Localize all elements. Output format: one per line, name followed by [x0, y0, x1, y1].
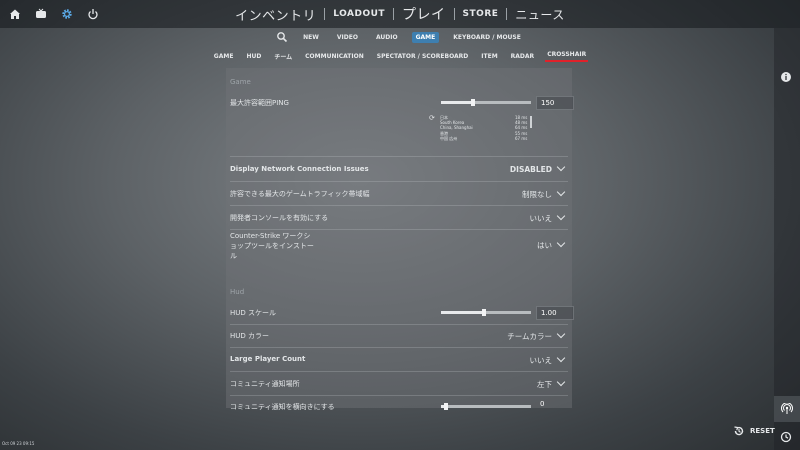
setting-label: 許容できる最大のゲームトラフィック帯域幅 — [230, 190, 370, 198]
hud-scale-value-input[interactable]: 1.00 — [536, 306, 574, 320]
setting-label: Counter-Strike ワークシ ョップツールをインストー ル — [230, 231, 314, 261]
ping-ms-list: 18 ms 48 ms 64 ms 55 ms 67 ms — [515, 115, 527, 141]
setting-label: Display Network Connection Issues — [230, 165, 369, 173]
chevron-down-icon — [556, 329, 566, 339]
refresh-icon[interactable]: ⟳ — [429, 114, 435, 122]
nav-news[interactable]: ニュース — [507, 6, 572, 23]
ping-ms: 64 ms — [515, 125, 528, 131]
nav-inventory[interactable]: インベントリ — [227, 5, 324, 24]
divider — [230, 347, 568, 348]
signal-icon — [780, 402, 794, 416]
dropdown-value[interactable]: DISABLED — [510, 162, 566, 174]
dropdown-value[interactable]: 制限なし — [522, 187, 566, 200]
divider — [230, 324, 568, 325]
nav-loadout[interactable]: LOADOUT — [325, 9, 393, 19]
game-subtabs: GAME HUD チーム COMMUNICATION SPECTATOR / S… — [0, 50, 800, 62]
reset-icon — [732, 424, 746, 438]
ping-value-input[interactable]: 150 — [536, 96, 574, 110]
nav-play[interactable]: プレイ — [394, 4, 454, 24]
setting-row-notify-position[interactable]: コミュニティ通知場所 左下 — [230, 377, 568, 391]
chevron-down-icon — [556, 187, 566, 197]
label-line: ル — [230, 252, 237, 260]
notify-offset-slider[interactable] — [441, 403, 531, 410]
reset-button[interactable]: RESET — [732, 424, 775, 438]
setting-label: HUD スケール — [230, 309, 277, 317]
notify-offset-value[interactable]: 0 — [536, 400, 572, 408]
notify-offset-slider-knob[interactable] — [443, 403, 448, 410]
chevron-down-icon — [556, 238, 566, 248]
right-sidebar — [774, 28, 800, 450]
subtab-hud[interactable]: HUD — [244, 52, 263, 61]
ping-region-list: 日本 South Korea China, Shanghai 香港 中国 広州 — [440, 115, 473, 141]
subtab-crosshair[interactable]: CROSSHAIR — [545, 50, 589, 62]
chevron-down-icon — [556, 377, 566, 387]
ping-region: China, Shanghai — [440, 125, 473, 131]
ping-ms: 67 ms — [515, 135, 528, 141]
setting-row-hud-color[interactable]: HUD カラー チームカラー — [230, 329, 568, 343]
tab-audio[interactable]: AUDIO — [372, 32, 402, 43]
tab-game[interactable]: GAME — [411, 31, 440, 43]
search-icon[interactable] — [275, 30, 289, 44]
subtab-communication[interactable]: COMMUNICATION — [303, 52, 366, 61]
chevron-down-icon — [556, 162, 566, 172]
ping-slider-fill — [441, 101, 474, 104]
hud-scale-slider[interactable] — [441, 309, 531, 316]
history-icon[interactable] — [779, 430, 793, 444]
ping-slider[interactable] — [441, 99, 531, 106]
setting-row-console[interactable]: 開発者コンソールを有効にする いいえ — [230, 211, 568, 225]
setting-row-large-player-count[interactable]: Large Player Count いいえ — [230, 353, 568, 367]
divider — [230, 181, 568, 182]
chevron-down-icon — [556, 211, 566, 221]
dropdown-value[interactable]: 左下 — [537, 377, 566, 390]
subtab-radar[interactable]: RADAR — [509, 52, 537, 61]
chevron-down-icon — [556, 353, 566, 363]
dropdown-value[interactable]: はい — [537, 238, 566, 251]
setting-label: HUD カラー — [230, 332, 270, 340]
tab-new[interactable]: NEW — [299, 32, 323, 43]
divider — [230, 371, 568, 372]
tab-keyboard-mouse[interactable]: KEYBOARD / MOUSE — [449, 32, 525, 43]
ping-region: 中国 広州 — [440, 135, 458, 141]
info-icon[interactable] — [779, 70, 793, 84]
label-line: ョップツールをインストー — [230, 242, 314, 250]
setting-label: コミュニティ通知場所 — [230, 380, 300, 388]
setting-label: コミュニティ通知を横向きにする — [230, 403, 335, 411]
nav-store[interactable]: STORE — [455, 9, 507, 19]
tab-video[interactable]: VIDEO — [333, 32, 362, 43]
label-line: Counter-Strike ワークシ — [230, 232, 311, 240]
signal-button[interactable] — [774, 396, 800, 422]
ping-slider-knob[interactable] — [471, 99, 476, 106]
setting-label: Large Player Count — [230, 355, 306, 363]
divider — [230, 156, 568, 157]
setting-row-hud-scale: HUD スケール — [230, 308, 568, 320]
divider — [230, 229, 568, 230]
subtab-team[interactable]: チーム — [272, 51, 294, 62]
section-game-header: Game — [230, 78, 251, 86]
dropdown-value[interactable]: いいえ — [530, 353, 566, 366]
ping-list-scrollbar[interactable] — [530, 116, 532, 128]
divider — [230, 205, 568, 206]
reset-label: RESET — [750, 427, 775, 435]
setting-label: 開発者コンソールを有効にする — [230, 214, 329, 222]
version-text: Oct 09 23 09:15 — [2, 441, 35, 446]
section-hud-header: Hud — [230, 288, 245, 296]
hud-scale-slider-knob[interactable] — [482, 309, 487, 316]
dropdown-value[interactable]: いいえ — [530, 211, 566, 224]
settings-tabs: NEW VIDEO AUDIO GAME KEYBOARD / MOUSE — [0, 30, 800, 44]
setting-row-bandwidth[interactable]: 許容できる最大のゲームトラフィック帯域幅 制限なし — [230, 187, 568, 201]
subtab-spectator-scoreboard[interactable]: SPECTATOR / SCOREBOARD — [375, 52, 471, 61]
ping-row: 最大許容範囲PING — [230, 98, 568, 110]
settings-panel: Game 最大許容範囲PING 150 ⟳ 日本 South Korea Chi… — [226, 68, 574, 411]
divider — [230, 395, 568, 396]
subtab-game[interactable]: GAME — [212, 52, 236, 61]
ping-label: 最大許容範囲PING — [230, 99, 289, 107]
setting-row-network-issues[interactable]: Display Network Connection Issues DISABL… — [230, 162, 568, 177]
main-navigation: インベントリ LOADOUT プレイ STORE ニュース — [0, 0, 800, 28]
hud-scale-slider-fill — [441, 311, 485, 314]
setting-row-workshop-tools[interactable]: Counter-Strike ワークシ ョップツールをインストー ル はい — [230, 231, 568, 261]
subtab-item[interactable]: ITEM — [479, 52, 499, 61]
dropdown-value[interactable]: チームカラー — [507, 329, 566, 342]
